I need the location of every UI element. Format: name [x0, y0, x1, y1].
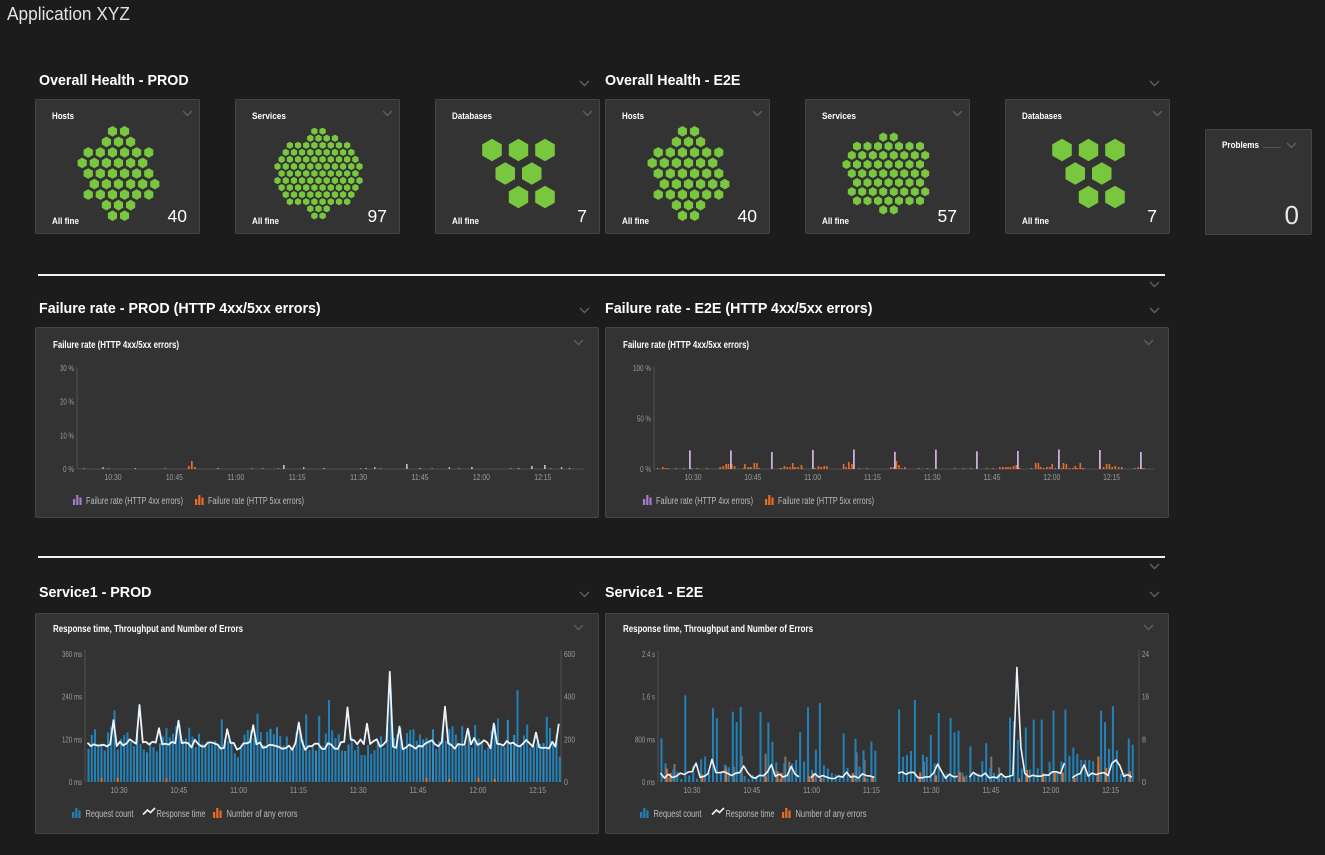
- svg-text:11:45: 11:45: [983, 786, 1000, 795]
- svg-text:10:45: 10:45: [743, 786, 760, 795]
- svg-text:11:30: 11:30: [350, 473, 367, 482]
- svg-text:1.6 s: 1.6 s: [642, 693, 655, 702]
- svg-text:12:15: 12:15: [1102, 786, 1119, 795]
- svg-text:10:30: 10:30: [685, 473, 702, 482]
- svg-text:All fine: All fine: [252, 216, 279, 227]
- svg-text:16: 16: [1142, 693, 1149, 702]
- svg-text:8: 8: [1142, 735, 1146, 744]
- svg-text:50 %: 50 %: [637, 415, 651, 424]
- svg-text:12:00: 12:00: [469, 786, 486, 795]
- svg-text:Number of any errors: Number of any errors: [796, 809, 867, 820]
- svg-text:Failure rate (HTTP 4xx errors): Failure rate (HTTP 4xx errors): [86, 496, 183, 507]
- svg-text:11:45: 11:45: [984, 473, 1001, 482]
- svg-text:0: 0: [564, 778, 568, 787]
- svg-text:0: 0: [1285, 200, 1299, 230]
- svg-text:11:30: 11:30: [923, 786, 940, 795]
- svg-text:2.4 s: 2.4 s: [642, 650, 655, 659]
- svg-text:11:45: 11:45: [412, 473, 429, 482]
- svg-text:10:45: 10:45: [170, 786, 187, 795]
- svg-text:100 %: 100 %: [633, 364, 651, 373]
- svg-text:Request count: Request count: [654, 809, 702, 820]
- svg-text:11:00: 11:00: [230, 786, 247, 795]
- svg-text:Problems: Problems: [1222, 140, 1259, 151]
- svg-text:400: 400: [564, 693, 575, 702]
- svg-text:Response time, Throughput and: Response time, Throughput and Number of …: [623, 624, 813, 635]
- svg-text:11:00: 11:00: [804, 473, 821, 482]
- svg-text:120 ms: 120 ms: [62, 735, 82, 744]
- svg-text:30 %: 30 %: [60, 364, 74, 373]
- svg-text:11:30: 11:30: [350, 786, 367, 795]
- svg-text:7: 7: [1147, 206, 1157, 226]
- svg-text:Failure rate (HTTP 4xx/5xx err: Failure rate (HTTP 4xx/5xx errors): [53, 340, 179, 351]
- svg-text:Databases: Databases: [1022, 111, 1062, 122]
- svg-text:12:00: 12:00: [1042, 786, 1059, 795]
- svg-text:All fine: All fine: [1022, 216, 1049, 227]
- svg-text:10 %: 10 %: [60, 431, 74, 440]
- svg-text:20 %: 20 %: [60, 398, 74, 407]
- svg-text:0 ms: 0 ms: [642, 778, 655, 787]
- svg-text:11:15: 11:15: [863, 786, 880, 795]
- svg-text:11:15: 11:15: [290, 786, 307, 795]
- svg-text:Response time: Response time: [726, 809, 775, 820]
- svg-text:10:30: 10:30: [105, 473, 122, 482]
- svg-text:7: 7: [577, 206, 587, 226]
- svg-text:11:00: 11:00: [227, 473, 244, 482]
- svg-text:0 %: 0 %: [640, 465, 651, 474]
- svg-text:12:15: 12:15: [1103, 473, 1120, 482]
- svg-text:11:00: 11:00: [803, 786, 820, 795]
- svg-text:57: 57: [938, 206, 957, 226]
- svg-text:Response time: Response time: [157, 809, 206, 820]
- svg-text:200: 200: [564, 735, 575, 744]
- svg-text:11:15: 11:15: [289, 473, 306, 482]
- svg-text:Request count: Request count: [86, 809, 134, 820]
- svg-text:0 ms: 0 ms: [69, 778, 82, 787]
- svg-text:10:30: 10:30: [111, 786, 128, 795]
- svg-text:Failure rate (HTTP 5xx errors): Failure rate (HTTP 5xx errors): [778, 496, 874, 507]
- svg-text:11:30: 11:30: [924, 473, 941, 482]
- svg-text:360 ms: 360 ms: [62, 650, 82, 659]
- svg-text:All fine: All fine: [52, 216, 79, 227]
- svg-text:40: 40: [738, 206, 758, 226]
- svg-text:All fine: All fine: [822, 216, 849, 227]
- svg-text:600: 600: [564, 650, 575, 659]
- svg-text:800 ms: 800 ms: [635, 735, 655, 744]
- svg-text:24: 24: [1142, 650, 1149, 659]
- svg-text:11:15: 11:15: [864, 473, 881, 482]
- svg-text:40: 40: [168, 206, 188, 226]
- svg-text:Hosts: Hosts: [622, 111, 644, 122]
- svg-text:Services: Services: [252, 111, 286, 122]
- svg-text:240 ms: 240 ms: [62, 693, 82, 702]
- svg-text:Response time, Throughput and: Response time, Throughput and Number of …: [53, 624, 243, 635]
- svg-text:12:00: 12:00: [1043, 473, 1060, 482]
- svg-text:12:15: 12:15: [529, 786, 546, 795]
- svg-text:Failure rate (HTTP 4xx/5xx err: Failure rate (HTTP 4xx/5xx errors): [623, 340, 749, 351]
- svg-text:0 %: 0 %: [63, 465, 74, 474]
- svg-text:Services: Services: [822, 111, 856, 122]
- svg-text:11:45: 11:45: [410, 786, 427, 795]
- svg-text:Number of any errors: Number of any errors: [227, 809, 298, 820]
- svg-text:0: 0: [1142, 778, 1146, 787]
- svg-text:All fine: All fine: [622, 216, 649, 227]
- svg-text:10:30: 10:30: [684, 786, 701, 795]
- svg-text:12:15: 12:15: [534, 473, 551, 482]
- svg-text:12:00: 12:00: [473, 473, 490, 482]
- svg-text:Failure rate (HTTP 4xx errors): Failure rate (HTTP 4xx errors): [656, 496, 753, 507]
- svg-text:All fine: All fine: [452, 216, 479, 227]
- svg-text:Failure rate (HTTP 5xx errors): Failure rate (HTTP 5xx errors): [208, 496, 304, 507]
- svg-text:Hosts: Hosts: [52, 111, 74, 122]
- svg-text:10:45: 10:45: [166, 473, 183, 482]
- svg-text:10:45: 10:45: [744, 473, 761, 482]
- svg-text:97: 97: [368, 206, 387, 226]
- svg-text:Databases: Databases: [452, 111, 492, 122]
